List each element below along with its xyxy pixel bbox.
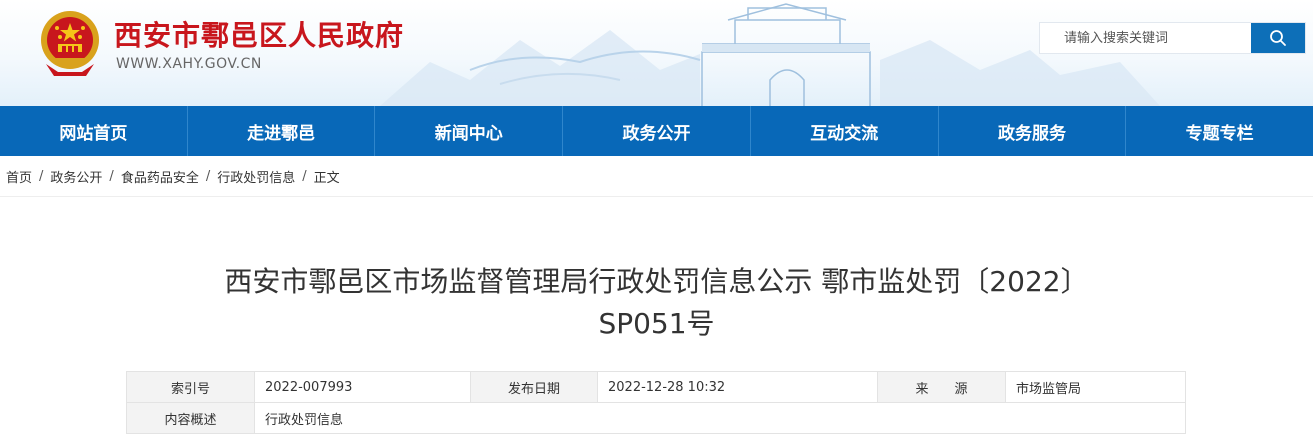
- source-label: 来 源: [877, 371, 1006, 403]
- national-emblem-logo: [41, 11, 99, 76]
- search-button[interactable]: [1251, 23, 1305, 53]
- index-value: 2022-007993: [254, 371, 471, 403]
- breadcrumb-separator: /: [302, 168, 307, 184]
- nav-item-government-affairs[interactable]: 政务公开: [563, 106, 751, 156]
- article-title-line-2: SP051号: [598, 307, 715, 340]
- site-header: 西安市鄠邑区人民政府 WWW.XAHY.GOV.CN: [0, 0, 1313, 106]
- nav-item-services[interactable]: 政务服务: [939, 106, 1127, 156]
- nav-item-news[interactable]: 新闻中心: [375, 106, 564, 156]
- site-domain: WWW.XAHY.GOV.CN: [116, 56, 262, 72]
- search-box: [1039, 22, 1306, 54]
- summary-value: 行政处罚信息: [254, 402, 1186, 434]
- breadcrumb-penalty-info[interactable]: 行政处罚信息: [217, 167, 295, 186]
- source-value: 市场监管局: [1005, 371, 1186, 403]
- nav-item-special-topics[interactable]: 专题专栏: [1126, 106, 1313, 156]
- nav-item-interaction[interactable]: 互动交流: [751, 106, 939, 156]
- nav-item-home[interactable]: 网站首页: [0, 106, 188, 156]
- article-title-line-1: 西安市鄠邑区市场监督管理局行政处罚信息公示 鄠市监处罚〔2022〕: [224, 265, 1089, 298]
- breadcrumb-separator: /: [205, 168, 211, 184]
- meta-row: 内容概述 行政处罚信息: [126, 402, 1186, 434]
- breadcrumb-current: 正文: [313, 170, 340, 186]
- breadcrumb-government-affairs[interactable]: 政务公开: [50, 167, 102, 186]
- breadcrumb-food-drug-safety[interactable]: 食品药品安全: [121, 167, 199, 186]
- search-icon: [1270, 30, 1286, 46]
- article-title: 西安市鄠邑区市场监督管理局行政处罚信息公示 鄠市监处罚〔2022〕 SP051号: [0, 261, 1313, 345]
- breadcrumb: 首页 / 政务公开 / 食品药品安全 / 行政处罚信息 / 正文: [0, 156, 1313, 197]
- index-label: 索引号: [126, 371, 255, 403]
- meta-row: 索引号 2022-007993 发布日期 2022-12-28 10:32 来 …: [126, 371, 1186, 403]
- breadcrumb-separator: /: [39, 168, 44, 184]
- date-label: 发布日期: [470, 371, 598, 403]
- main-nav: 网站首页 走进鄠邑 新闻中心 政务公开 互动交流 政务服务 专题专栏: [0, 106, 1313, 156]
- article-meta-table: 索引号 2022-007993 发布日期 2022-12-28 10:32 来 …: [126, 371, 1186, 434]
- summary-label: 内容概述: [126, 402, 255, 434]
- site-title[interactable]: 西安市鄠邑区人民政府: [114, 14, 404, 54]
- breadcrumb-separator: /: [109, 168, 114, 184]
- breadcrumb-home[interactable]: 首页: [6, 167, 32, 186]
- search-input[interactable]: [1040, 23, 1251, 53]
- nav-item-about-huyi[interactable]: 走进鄠邑: [188, 106, 376, 156]
- date-value: 2022-12-28 10:32: [597, 371, 878, 403]
